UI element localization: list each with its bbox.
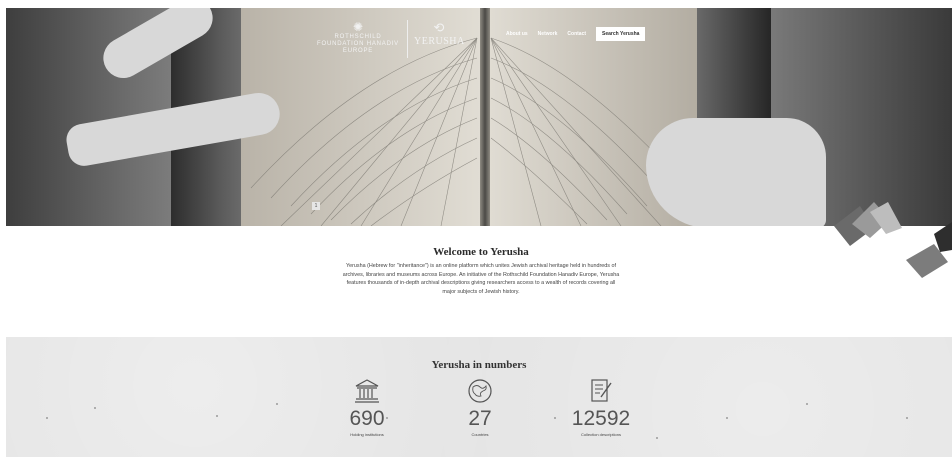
numbers-section: Yerusha in numbers 690 Holding instituti… <box>6 337 952 457</box>
texture-speck <box>554 417 556 419</box>
texture-speck <box>46 417 48 419</box>
stat-label: Countries <box>471 432 489 437</box>
hand-right <box>646 118 826 226</box>
stat-label: Collection descriptions <box>580 432 622 437</box>
yerusha-logo-text: YERUSHA <box>414 36 465 47</box>
nav-network[interactable]: Network <box>538 31 558 37</box>
hero-banner: ✺ ROTHSCHILD FOUNDATION HANADIV EUROPE ⟲… <box>6 8 952 226</box>
texture-speck <box>656 437 658 439</box>
texture-speck <box>386 417 388 419</box>
nav-about-us[interactable]: About us <box>506 31 528 37</box>
stat-countries: 27 Countries <box>445 377 515 437</box>
document-pen-icon <box>591 379 612 402</box>
welcome-text: Yerusha (Hebrew for "inheritance") is an… <box>342 263 620 295</box>
sunburst-icon: ✺ <box>352 20 364 34</box>
welcome-section: Welcome to Yerusha Yerusha (Hebrew for "… <box>340 246 622 296</box>
texture-speck <box>806 403 808 405</box>
top-navigation: ✺ ROTHSCHILD FOUNDATION HANADIV EUROPE ⟲… <box>6 8 952 68</box>
stat-value: 27 <box>468 407 492 430</box>
main-nav: About us Network Contact Search Yerusha <box>506 27 646 41</box>
texture-speck <box>906 417 908 419</box>
yerusha-logo: ⟲ YERUSHA <box>414 20 464 47</box>
decorative-papers <box>834 202 952 278</box>
building-icon <box>355 379 379 403</box>
site-logo[interactable]: ✺ ROTHSCHILD FOUNDATION HANADIV EUROPE ⟲… <box>314 20 464 60</box>
stat-collection-descriptions: 12592 Collection descriptions <box>566 377 636 437</box>
globe-icon <box>468 379 492 403</box>
nav-contact[interactable]: Contact <box>567 31 586 37</box>
texture-speck <box>726 417 728 419</box>
stat-holding-institutions: 690 Holding institutions <box>332 377 402 437</box>
slide-indicator[interactable]: 1 <box>312 202 320 210</box>
rothschild-logo: ✺ ROTHSCHILD FOUNDATION HANADIV EUROPE <box>314 20 402 55</box>
texture-speck <box>216 415 218 417</box>
numbers-title: Yerusha in numbers <box>431 359 527 371</box>
stat-value: 690 <box>349 407 385 430</box>
rothschild-logo-text: ROTHSCHILD FOUNDATION HANADIV EUROPE <box>317 34 399 54</box>
search-yerusha-button[interactable]: Search Yerusha <box>596 27 646 41</box>
welcome-title: Welcome to Yerusha <box>433 246 529 258</box>
texture-speck <box>94 407 96 409</box>
stat-label: Holding institutions <box>350 432 384 437</box>
stat-value: 12592 <box>571 407 631 430</box>
yerusha-mark-icon: ⟲ <box>433 20 445 35</box>
logo-divider <box>407 20 408 58</box>
texture-speck <box>276 403 278 405</box>
